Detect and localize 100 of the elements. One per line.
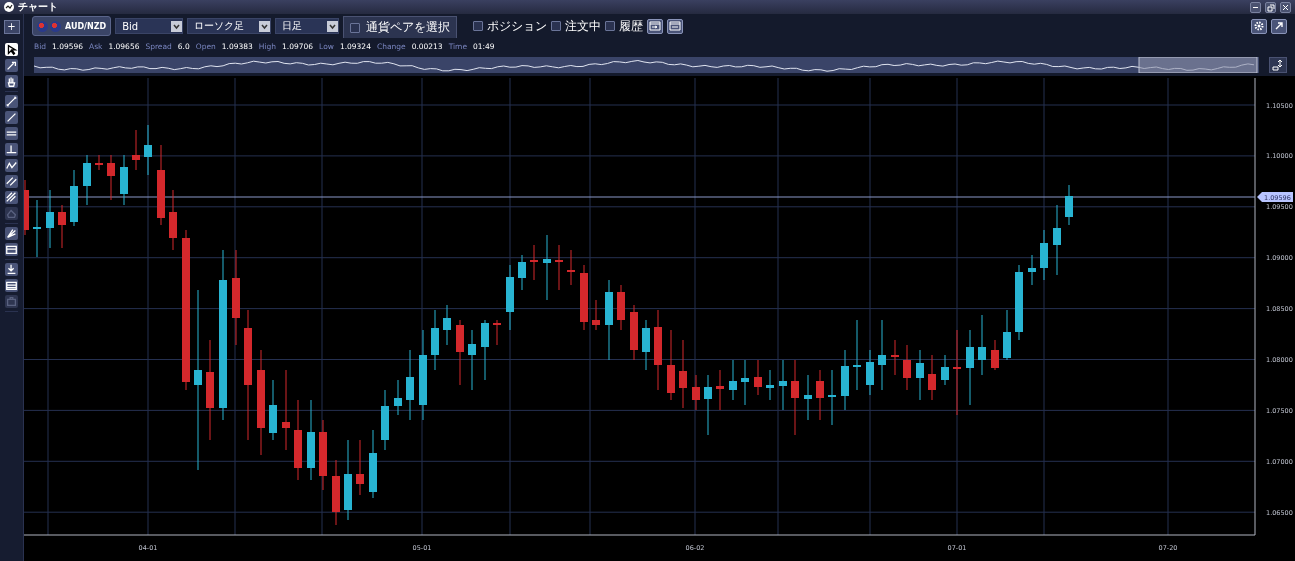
flag-icon [37,20,48,32]
candlestick [754,359,762,396]
tool-icon[interactable] [5,43,18,56]
tool-icon[interactable] [5,143,18,156]
candlestick [95,154,103,171]
candlestick [704,374,712,436]
scale-button[interactable] [1269,57,1287,73]
candlestick [741,359,749,406]
candlestick [891,339,899,376]
candlestick [679,339,687,409]
add-button[interactable]: + [3,20,20,34]
checkbox[interactable] [551,21,562,31]
tool-icon[interactable] [5,75,18,88]
tool-icon[interactable] [5,127,18,140]
dropdown[interactable]: ローソク足 [187,18,272,34]
candlestick [567,249,575,286]
candlestick [481,319,489,381]
candlestick [667,329,675,401]
candlestick [169,189,177,251]
candlestick [716,369,724,411]
candlestick [468,329,476,391]
tool-icon[interactable] [5,59,18,72]
candlestick [319,419,327,491]
candlestick [804,374,812,421]
candlestick [269,379,277,441]
candlestick [132,129,140,171]
candlestick [928,354,936,401]
window-list-button[interactable] [647,18,664,34]
candlestick [58,204,66,249]
caret-icon [171,20,183,32]
candlestick [978,314,986,376]
candlestick [144,124,152,176]
candlestick [33,199,41,258]
candlestick [46,189,54,249]
checkbox-label: 履歴 [619,17,644,35]
checkbox-label: 注文中 [565,17,602,35]
settings-icon[interactable] [1251,18,1267,34]
candlestick [493,319,501,346]
candlestick [617,284,625,331]
candlestick [941,354,949,386]
caret-icon [259,20,271,32]
candlestick [866,349,874,396]
candlestick [120,154,128,206]
candlestick [642,319,650,371]
candlestick [24,179,29,236]
candlestick [1053,204,1061,276]
candlestick [456,319,464,386]
candlestick [828,369,836,426]
candlestick [394,379,402,416]
restore-button[interactable] [1265,1,1276,13]
candlestick [903,344,911,391]
arrow-icon [1273,20,1285,32]
candlestick [381,389,389,451]
candlestick [83,154,91,206]
candlestick [729,359,737,401]
checkbox[interactable] [473,21,484,31]
candlestick [506,264,514,331]
candlestick [406,349,414,421]
logo-icon [4,2,14,12]
tool-icon[interactable] [5,279,18,292]
candlestick [1065,184,1073,226]
tool-icon[interactable] [5,159,18,172]
candlestick [1028,254,1036,286]
window-title: チャート [18,0,58,14]
checkbox[interactable] [350,22,361,33]
currency-pair-badge[interactable]: AUD/NZD [32,16,112,36]
candlestick [543,234,551,301]
caret-icon [327,20,339,32]
panel-button[interactable] [667,18,684,34]
candlestick [580,264,588,331]
candlestick [431,309,439,371]
candlestick [592,299,600,331]
close-icon [1281,2,1290,12]
minimize-button[interactable] [1250,1,1261,13]
checkbox-label: ポジション [487,17,548,35]
popout-button[interactable] [1271,18,1287,34]
checkbox[interactable] [605,21,616,31]
close-button[interactable] [1280,1,1291,13]
candlestick [692,374,700,411]
candlestick [70,169,78,227]
candlestick [779,359,787,411]
candlestick [766,369,774,401]
tool-icon[interactable] [5,243,18,256]
restore-icon [1266,2,1275,12]
candlestick [1040,229,1048,281]
flag-icon [50,20,61,32]
candlestick [630,304,638,361]
candlestick [530,244,538,281]
dropdown[interactable]: Bid [115,18,184,34]
dropdown[interactable]: 日足 [275,18,340,34]
range-navigator[interactable] [34,57,1259,73]
candlestick [878,319,886,391]
candlestick [369,429,377,499]
candlestick [1003,309,1011,361]
candlestick [555,244,563,291]
candlestick [356,439,364,496]
candlestick [816,369,824,421]
pair-select-tab[interactable]: 通貨ペアを選択 [343,16,458,38]
candlestick [332,459,340,526]
candlestick [841,349,849,411]
